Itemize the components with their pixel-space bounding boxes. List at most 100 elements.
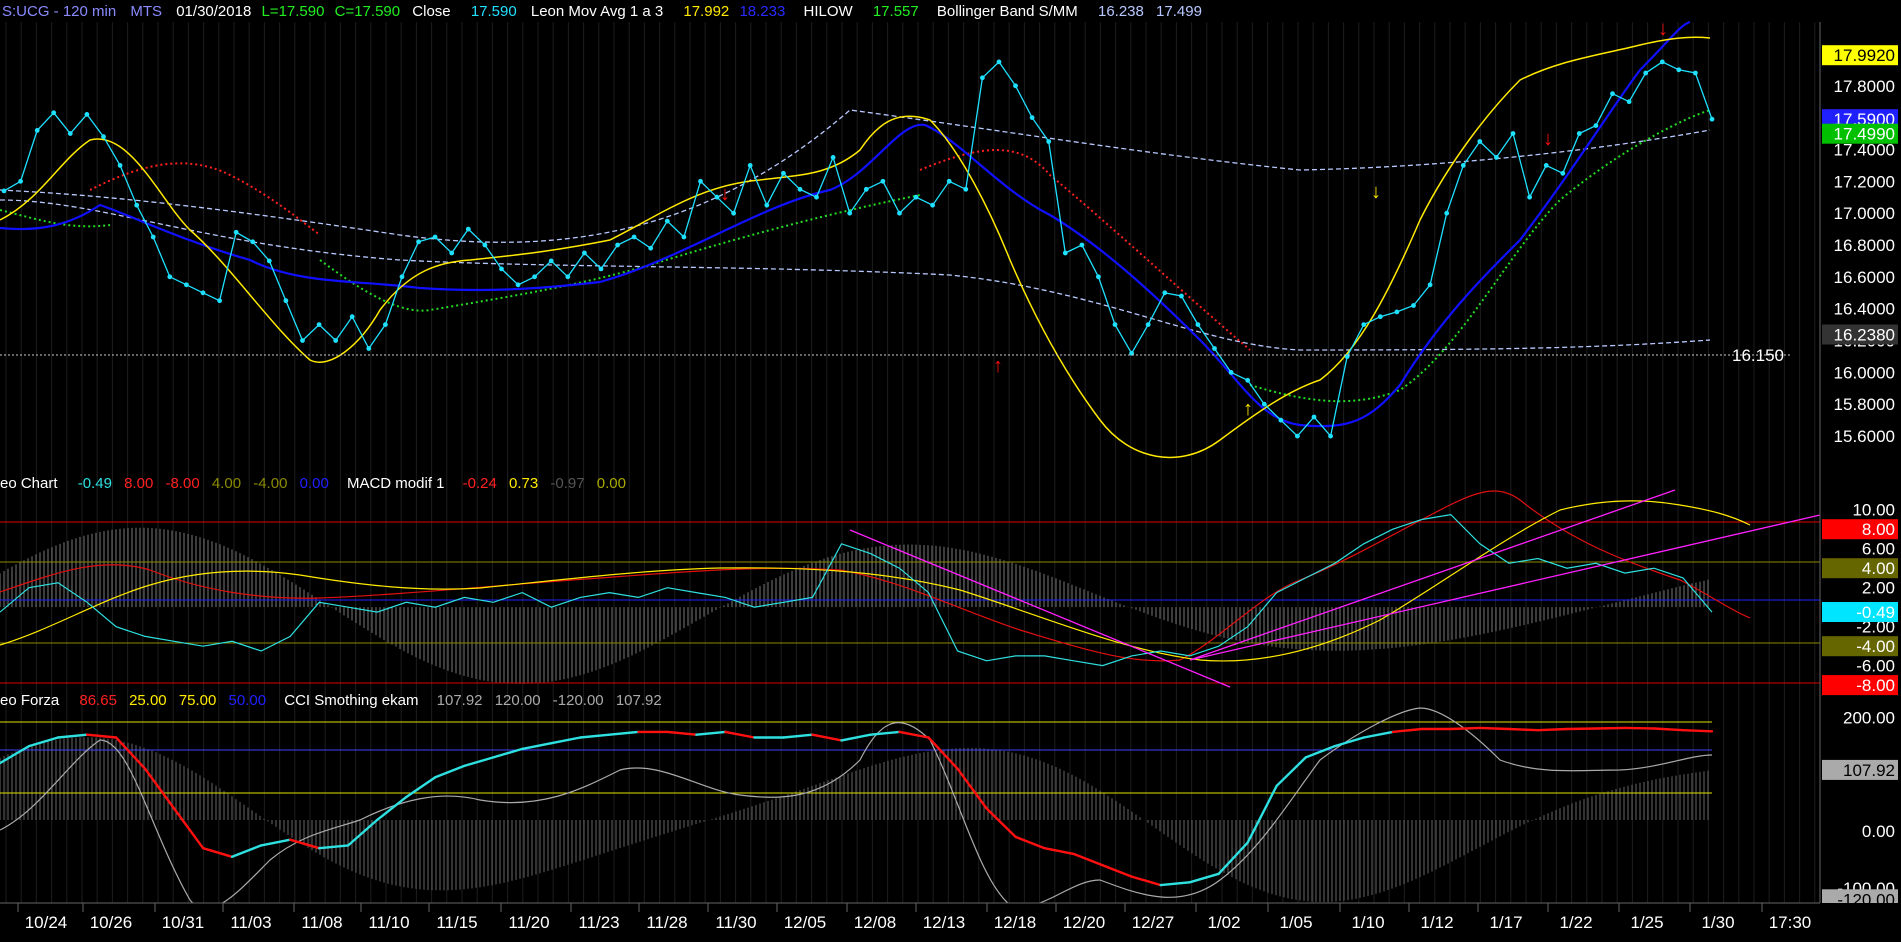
x-tick-label: 1/17 <box>1489 913 1522 932</box>
price-point <box>1361 322 1367 327</box>
price-point <box>366 346 372 351</box>
price-point <box>598 266 604 272</box>
price-point <box>1295 433 1300 439</box>
macd-name-2: MACD modif 1 <box>347 475 445 492</box>
source: MTS <box>130 3 162 20</box>
price-point <box>714 194 720 200</box>
price-point <box>1079 242 1085 248</box>
price-point <box>664 218 670 224</box>
macd-value-6: 0.00 <box>300 475 329 492</box>
price-point <box>764 202 770 208</box>
price-point <box>1626 99 1632 105</box>
y-tick-label: 15.6000 <box>1834 427 1895 446</box>
cci-value-3: 75.00 <box>179 692 217 709</box>
price-point <box>134 202 140 208</box>
cci-segment <box>1507 727 1540 732</box>
cci-header: eo Forza 86.65 25.00 75.00 50.00 CCI Smo… <box>0 692 662 709</box>
y-tick-label: 17.0000 <box>1834 204 1895 223</box>
value-marker-label: -4.00 <box>1856 637 1895 656</box>
cci-segment <box>1623 726 1656 730</box>
price-point <box>300 338 305 343</box>
reference-label: 16.150 <box>1732 346 1784 365</box>
low-value: L=17.590 <box>261 3 324 20</box>
price-point <box>847 210 853 216</box>
symbol: S:UCG - 120 min <box>2 3 116 20</box>
price-point <box>1709 116 1715 122</box>
x-tick-label: 12/08 <box>854 913 897 932</box>
cci-segment <box>1478 726 1511 731</box>
cci-name-2: CCI Smothing ekam <box>284 692 418 709</box>
macd-value-1: -0.49 <box>78 475 112 492</box>
price-point <box>333 338 339 343</box>
price-point <box>349 314 355 320</box>
value-marker-label: 17.9920 <box>1834 46 1895 65</box>
price-point <box>1693 70 1698 76</box>
price-point <box>117 163 123 168</box>
price-point <box>565 274 571 280</box>
x-axis: 10/24 10/26 10/31 11/03 11/08 11/10 11/15 11/20… <box>0 902 1901 942</box>
price-point <box>532 274 537 280</box>
close-value: 17.590 <box>471 3 517 20</box>
price-point <box>233 229 239 235</box>
x-tick-label: 1/05 <box>1279 913 1312 932</box>
cci-value-7: -120.00 <box>553 692 604 709</box>
price-point <box>1046 139 1052 144</box>
price-point <box>1527 194 1532 200</box>
close-eq-value: C=17.590 <box>335 3 400 20</box>
hilow-value: 17.557 <box>873 3 919 20</box>
price-point <box>266 258 272 264</box>
x-tick-label: 1/25 <box>1630 913 1663 932</box>
price-point <box>615 242 620 248</box>
x-tick-label: 11/08 <box>301 913 342 932</box>
price-point <box>51 110 57 116</box>
x-tick-label: 1/12 <box>1420 913 1453 932</box>
price-point <box>1676 67 1682 73</box>
y-tick-label: 15.8000 <box>1834 395 1895 414</box>
price-point <box>1377 314 1383 320</box>
macd-value-7: -0.24 <box>463 475 497 492</box>
y-tick-label: 6.00 <box>1862 540 1895 559</box>
macd-value-3: -8.00 <box>165 475 199 492</box>
price-point <box>250 239 256 245</box>
price-point <box>582 250 587 256</box>
price-point <box>416 239 421 245</box>
macd-value-10: 0.00 <box>597 475 626 492</box>
price-point <box>1460 163 1466 168</box>
mavg-label: Leon Mov Avg 1 a 3 <box>531 3 663 20</box>
price-point <box>499 266 504 272</box>
price-point <box>1610 91 1615 97</box>
price-point <box>781 170 786 176</box>
price-point <box>101 134 106 140</box>
price-point <box>316 322 322 327</box>
arrow-down-yellow-icon: ↓ <box>1371 181 1381 203</box>
cci-segment <box>1536 727 1569 732</box>
price-point <box>515 282 521 288</box>
price-point <box>399 274 405 280</box>
arrow-up-red-icon: ↑ <box>993 355 1003 377</box>
price-point <box>996 59 1002 65</box>
cci-name: eo Forza <box>0 692 60 709</box>
price-point <box>1145 322 1151 327</box>
price-point <box>930 202 935 208</box>
close-label: Close <box>412 3 450 20</box>
x-tick-label: 11/23 <box>578 913 619 932</box>
price-point <box>1195 322 1201 327</box>
y-tick-label: 16.4000 <box>1834 300 1895 319</box>
price-point <box>797 186 803 192</box>
price-point <box>1096 274 1101 280</box>
price-point <box>698 178 703 184</box>
price-point <box>184 282 189 288</box>
cci-value-2: 25.00 <box>129 692 167 709</box>
price-point <box>731 210 736 216</box>
x-tick-label: 12/13 <box>923 913 966 932</box>
macd-value-8: 0.73 <box>509 475 538 492</box>
price-point <box>1543 163 1549 168</box>
price-point <box>1576 131 1582 136</box>
x-tick-label: 11/15 <box>436 913 477 932</box>
price-point <box>1162 290 1168 296</box>
x-tick-label: 11/30 <box>715 913 756 932</box>
price-point <box>1477 139 1483 144</box>
arrow-down-red-icon: ↓ <box>1658 18 1668 40</box>
x-tick-label: 12/18 <box>994 913 1037 932</box>
value-marker-label: 4.00 <box>1862 559 1895 578</box>
